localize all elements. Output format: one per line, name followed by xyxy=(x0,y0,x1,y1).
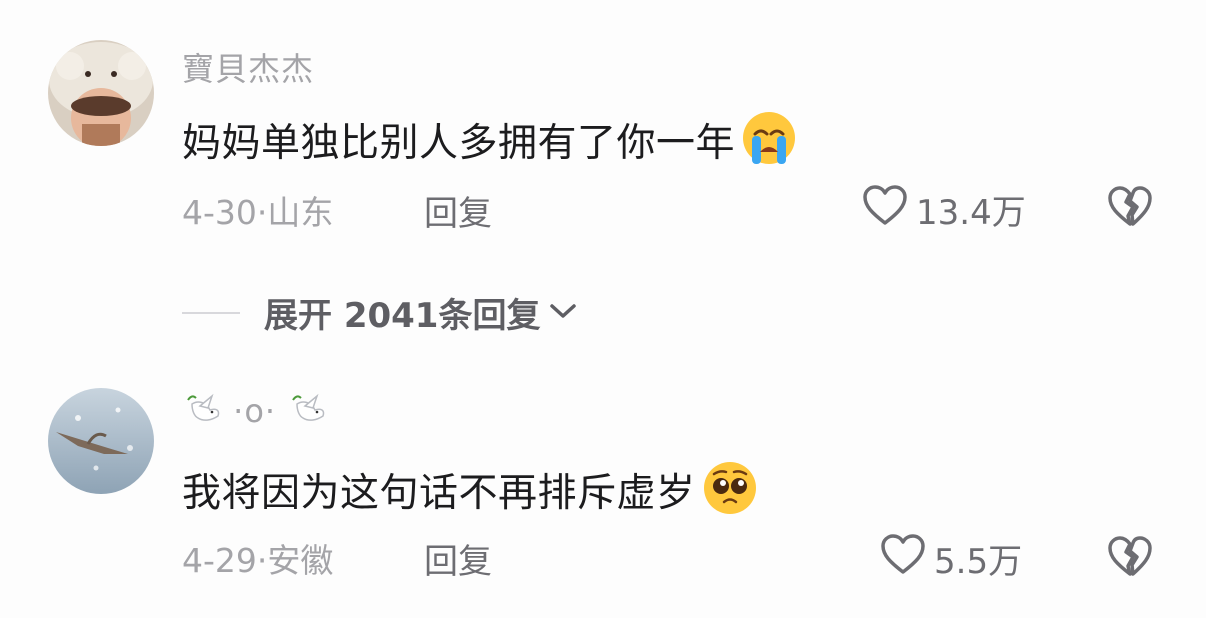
username[interactable]: 寶貝杰杰 xyxy=(182,44,314,90)
like-button[interactable]: 5.5万 xyxy=(880,533,1022,584)
comment-location: 山东 xyxy=(267,193,334,232)
chevron-down-icon xyxy=(540,301,578,325)
heart-outline-icon xyxy=(880,533,926,584)
comment-list: 寶貝杰杰 妈妈单独比别人多拥有了你一年 4-30·山东 回复 13.4万 展开 … xyxy=(0,0,1206,618)
comment-item: ·o· 我将因为这句话不再排斥虚岁 4-29·安徽 回复 5.5万 xyxy=(0,370,1206,618)
pleading-face-icon xyxy=(702,460,758,526)
dove-icon xyxy=(182,392,233,430)
meta-separator: · xyxy=(256,541,268,580)
comment-date: 4-30 xyxy=(182,193,257,232)
expand-replies-label: 展开 2041条回复 xyxy=(264,296,541,336)
like-count: 13.4万 xyxy=(916,193,1026,233)
comment-meta: 4-29·安徽 xyxy=(182,534,333,582)
comment-text: 妈妈单独比别人多拥有了你一年 xyxy=(182,110,797,176)
comment-text-content: 妈妈单独比别人多拥有了你一年 xyxy=(182,121,736,166)
reply-button[interactable]: 回复 xyxy=(424,534,492,583)
like-count: 5.5万 xyxy=(934,542,1023,582)
dove-icon xyxy=(276,392,327,430)
comment-text-content: 我将因为这句话不再排斥虚岁 xyxy=(182,471,696,516)
meta-separator: · xyxy=(256,193,268,232)
comment-text: 我将因为这句话不再排斥虚岁 xyxy=(182,460,758,526)
like-button[interactable]: 13.4万 xyxy=(862,184,1026,235)
broken-heart-icon xyxy=(1106,536,1154,582)
username[interactable]: ·o· xyxy=(182,390,327,430)
comment-date: 4-29 xyxy=(182,541,257,580)
comment-item: 寶貝杰杰 妈妈单独比别人多拥有了你一年 4-30·山东 回复 13.4万 xyxy=(0,0,1206,260)
avatar[interactable] xyxy=(48,40,154,146)
dislike-button[interactable] xyxy=(1106,184,1154,232)
broken-heart-icon xyxy=(1106,186,1154,232)
username-text: ·o· xyxy=(233,392,277,430)
reply-button[interactable]: 回复 xyxy=(424,186,492,235)
dislike-button[interactable] xyxy=(1106,534,1154,582)
loudly-crying-face-icon xyxy=(741,110,797,176)
comment-meta: 4-30·山东 xyxy=(182,186,333,234)
heart-outline-icon xyxy=(862,184,908,235)
expand-replies-button[interactable]: 展开 2041条回复 xyxy=(182,288,578,337)
divider-line xyxy=(182,311,240,314)
avatar[interactable] xyxy=(48,388,154,494)
comment-location: 安徽 xyxy=(267,541,334,580)
